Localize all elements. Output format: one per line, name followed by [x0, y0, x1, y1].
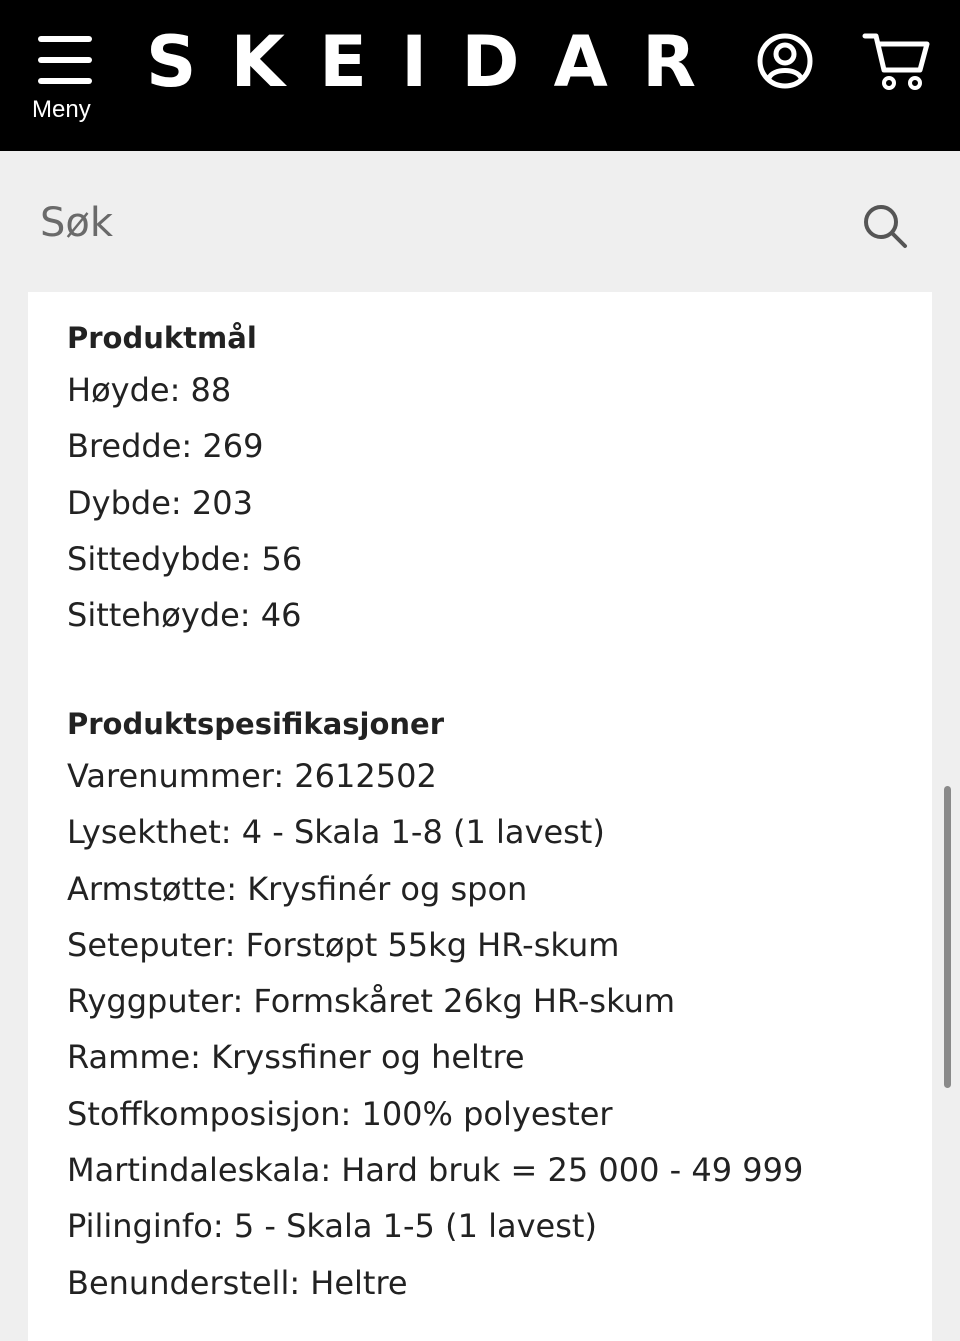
spec-line: Stoffkomposisjon: 100% polyester	[67, 1094, 613, 1133]
menu-button[interactable]: Meny	[28, 28, 104, 128]
spec-line: Ryggputer: Formskåret 26kg HR-skum	[67, 982, 676, 1021]
spec-line: Martindaleskala: Hard bruk = 25 000 - 49…	[67, 1151, 804, 1190]
product-info-card: Produktmål Høyde: 88 Bredde: 269 Dybde: …	[28, 292, 932, 1341]
spec-line: Benunderstell: Heltre	[67, 1263, 408, 1302]
account-icon	[757, 33, 813, 89]
logo-letter: K	[230, 21, 285, 103]
logo-letter: R	[642, 21, 696, 103]
top-header: Meny S K E I D A R	[0, 0, 960, 151]
section-title-specs: Produktspesifikasjoner	[67, 707, 445, 741]
hamburger-icon	[38, 36, 92, 84]
search-input[interactable]	[38, 187, 842, 259]
product-dimensions-section: Produktmål Høyde: 88 Bredde: 269 Dybde: …	[67, 318, 302, 643]
skeidar-logo[interactable]: S K E I D A R	[146, 22, 696, 102]
search-bar	[0, 151, 960, 292]
logo-letter: D	[461, 21, 520, 103]
spec-line: Ramme: Kryssfiner og heltre	[67, 1038, 525, 1077]
spec-line: Dybde: 203	[67, 483, 253, 522]
spec-line: Høyde: 88	[67, 371, 232, 409]
dimensions-list: Høyde: 88 Bredde: 269 Dybde: 203 Sittedy…	[67, 362, 302, 643]
search-button[interactable]	[860, 201, 910, 251]
logo-letter: E	[319, 21, 367, 103]
cart-icon	[862, 33, 930, 90]
menu-label: Meny	[32, 96, 91, 123]
logo-letter: A	[553, 21, 608, 103]
specs-list: Varenummer: 2612502 Lysekthet: 4 - Skala…	[67, 748, 803, 1311]
product-specs-section: Produktspesifikasjoner Varenummer: 26125…	[67, 704, 803, 1311]
cart-button[interactable]	[862, 30, 932, 92]
section-title-dimensions: Produktmål	[67, 321, 257, 355]
search-icon	[864, 205, 907, 248]
logo-letter: S	[146, 21, 197, 103]
spec-line: Bredde: 269	[67, 427, 264, 466]
scrollbar-thumb[interactable]	[944, 786, 951, 1088]
spec-line: Sittedybde: 56	[67, 539, 303, 578]
account-button[interactable]	[756, 32, 814, 90]
spec-line: Seteputer: Forstøpt 55kg HR-skum	[67, 925, 620, 964]
spec-line: Sittehøyde: 46	[67, 596, 302, 635]
logo-letter: I	[401, 21, 428, 103]
spec-line: Varenummer: 2612502	[67, 757, 437, 795]
spec-line: Armstøtte: Krysfinér og spon	[67, 869, 528, 908]
spec-line: Lysekthet: 4 - Skala 1-8 (1 lavest)	[67, 813, 605, 852]
spec-line: Pilinginfo: 5 - Skala 1-5 (1 lavest)	[67, 1207, 597, 1246]
